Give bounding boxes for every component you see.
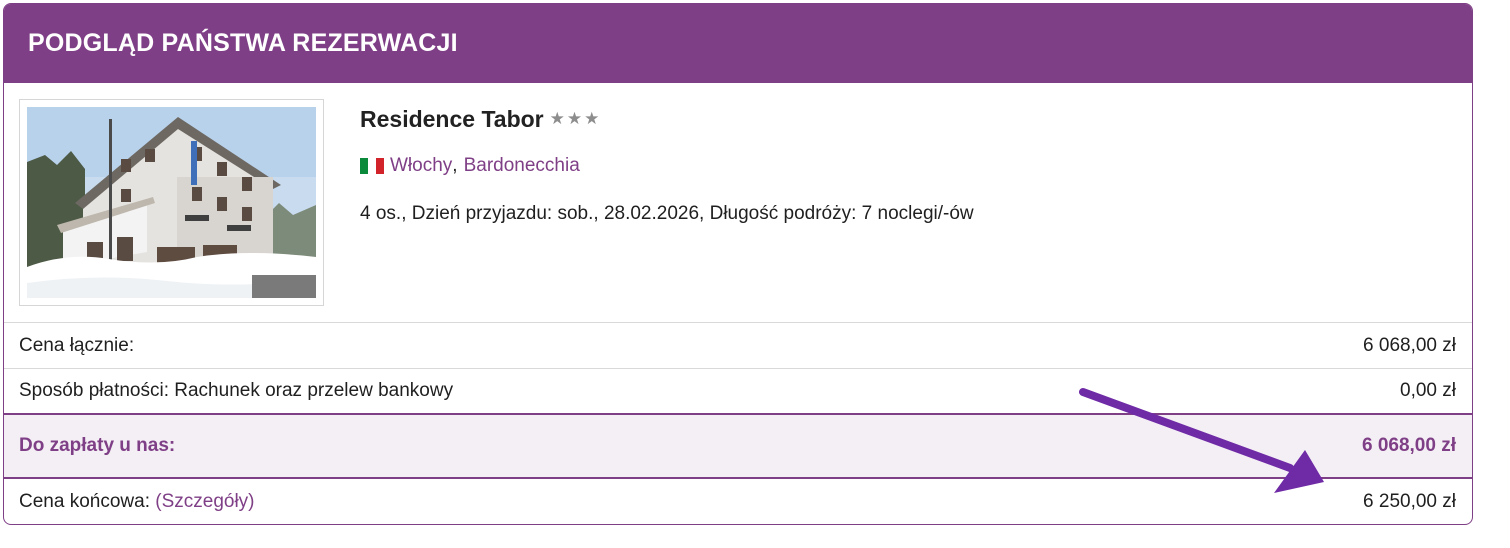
amount-due-row: Do zapłaty u nas: 6 068,00 zł xyxy=(4,415,1472,479)
final-price-row: Cena końcowa: (Szczegóły) 6 250,00 zł xyxy=(4,479,1472,524)
booking-details: 4 os., Dzień przyjazdu: sob., 28.02.2026… xyxy=(360,203,974,224)
amount-due-label: Do zapłaty u nas: xyxy=(19,435,176,456)
total-price-row: Cena łącznie: 6 068,00 zł xyxy=(4,323,1472,369)
final-price-label-group: Cena końcowa: (Szczegóły) xyxy=(19,491,255,513)
hotel-stars: ★★★ xyxy=(549,109,602,128)
amount-due-value: 6 068,00 zł xyxy=(1361,435,1456,456)
page-title: PODGLĄD PAŃSTWA REZERWACJI xyxy=(28,29,458,57)
total-price-label: Cena łącznie: xyxy=(19,334,135,356)
country-link[interactable]: Włochy xyxy=(390,155,452,177)
final-price-label: Cena końcowa: xyxy=(19,491,150,512)
hotel-location: Włochy, Bardonecchia xyxy=(360,155,580,177)
booking-preview-header: PODGLĄD PAŃSTWA REZERWACJI xyxy=(4,4,1472,83)
location-separator: , xyxy=(452,155,458,176)
hotel-name-line: Residence Tabor ★★★ xyxy=(360,106,601,133)
details-link[interactable]: (Szczegóły) xyxy=(155,491,254,512)
payment-method-value: 0,00 zł xyxy=(1400,380,1456,401)
payment-method-label: Sposób płatności: Rachunek oraz przelew … xyxy=(19,380,454,401)
final-price-value: 6 250,00 zł xyxy=(1363,491,1456,512)
hotel-photo-image xyxy=(27,107,316,298)
payment-method-row: Sposób płatności: Rachunek oraz przelew … xyxy=(4,369,1472,415)
city-link[interactable]: Bardonecchia xyxy=(464,155,580,177)
booking-preview-card: PODGLĄD PAŃSTWA REZERWACJI Residence Tab… xyxy=(3,3,1473,525)
italy-flag-icon xyxy=(360,158,384,174)
hotel-photo[interactable] xyxy=(19,99,324,306)
hotel-name[interactable]: Residence Tabor xyxy=(360,106,544,132)
hotel-summary: Residence Tabor ★★★ Włochy, Bardonecchia 4… xyxy=(4,83,1472,323)
total-price-value: 6 068,00 zł xyxy=(1363,334,1456,356)
